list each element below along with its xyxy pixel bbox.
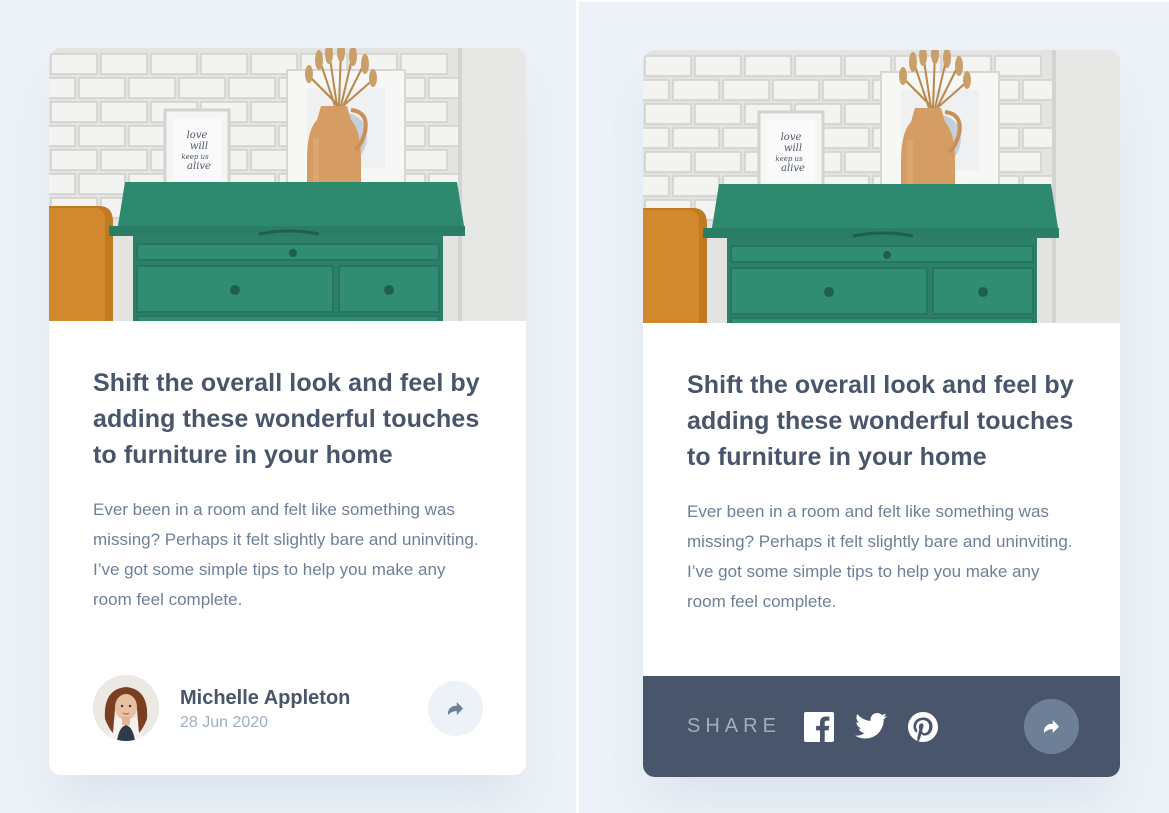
author-row: Michelle Appleton 28 Jun 2020 — [93, 675, 483, 741]
facebook-link[interactable] — [803, 711, 835, 743]
avatar — [93, 675, 159, 741]
post-date: 28 Jun 2020 — [180, 713, 269, 731]
drawers-photo: love will keep us alive — [643, 50, 1120, 323]
frame-text-line-2: will — [190, 141, 208, 152]
drawers-illustration: love will keep us alive — [643, 50, 1120, 323]
card-body: Shift the overall look and feel by addin… — [643, 323, 1120, 617]
share-arrow-icon — [1044, 720, 1059, 733]
drawers-illustration: love will keep us alive — [49, 48, 526, 321]
share-label: SHARE — [687, 715, 781, 737]
drawers-photo: love will keep us alive — [49, 48, 526, 321]
pinterest-link[interactable] — [907, 711, 939, 743]
left-panel: love will keep us alive Shift the overal… — [0, 0, 576, 813]
frame-text-line-2: will — [784, 143, 802, 154]
article-card-share-active: love will keep us alive Shift the overal… — [643, 50, 1120, 777]
frame-text-line-4: alive — [781, 163, 805, 174]
article-description: Ever been in a room and felt like someth… — [687, 502, 1073, 611]
article-description: Ever been in a room and felt like someth… — [93, 500, 479, 609]
share-bar: SHARE — [643, 676, 1120, 777]
twitter-link[interactable] — [855, 711, 887, 743]
right-panel: love will keep us alive Shift the overal… — [579, 2, 1169, 813]
article-card-default: love will keep us alive Shift the overal… — [49, 48, 526, 775]
author-info: Michelle Appleton 28 Jun 2020 — [180, 685, 428, 732]
share-arrow-icon — [448, 701, 463, 715]
author-name: Michelle Appleton — [180, 686, 351, 709]
frame-text-line-1: love — [781, 132, 802, 143]
avatar-image — [93, 675, 159, 741]
pinterest-icon — [907, 711, 938, 742]
article-title[interactable]: Shift the overall look and feel by addin… — [687, 367, 1076, 475]
frame-text-line-3: keep us — [181, 153, 209, 161]
frame-text-line-4: alive — [187, 161, 211, 172]
share-button[interactable] — [428, 680, 483, 736]
article-title[interactable]: Shift the overall look and feel by addin… — [93, 365, 482, 473]
share-button-active[interactable] — [1024, 699, 1079, 754]
frame-text-line-3: keep us — [775, 155, 803, 163]
frame-text-line-1: love — [187, 130, 208, 141]
card-body: Shift the overall look and feel by addin… — [49, 321, 526, 615]
facebook-icon — [803, 711, 834, 742]
twitter-icon — [855, 713, 887, 739]
